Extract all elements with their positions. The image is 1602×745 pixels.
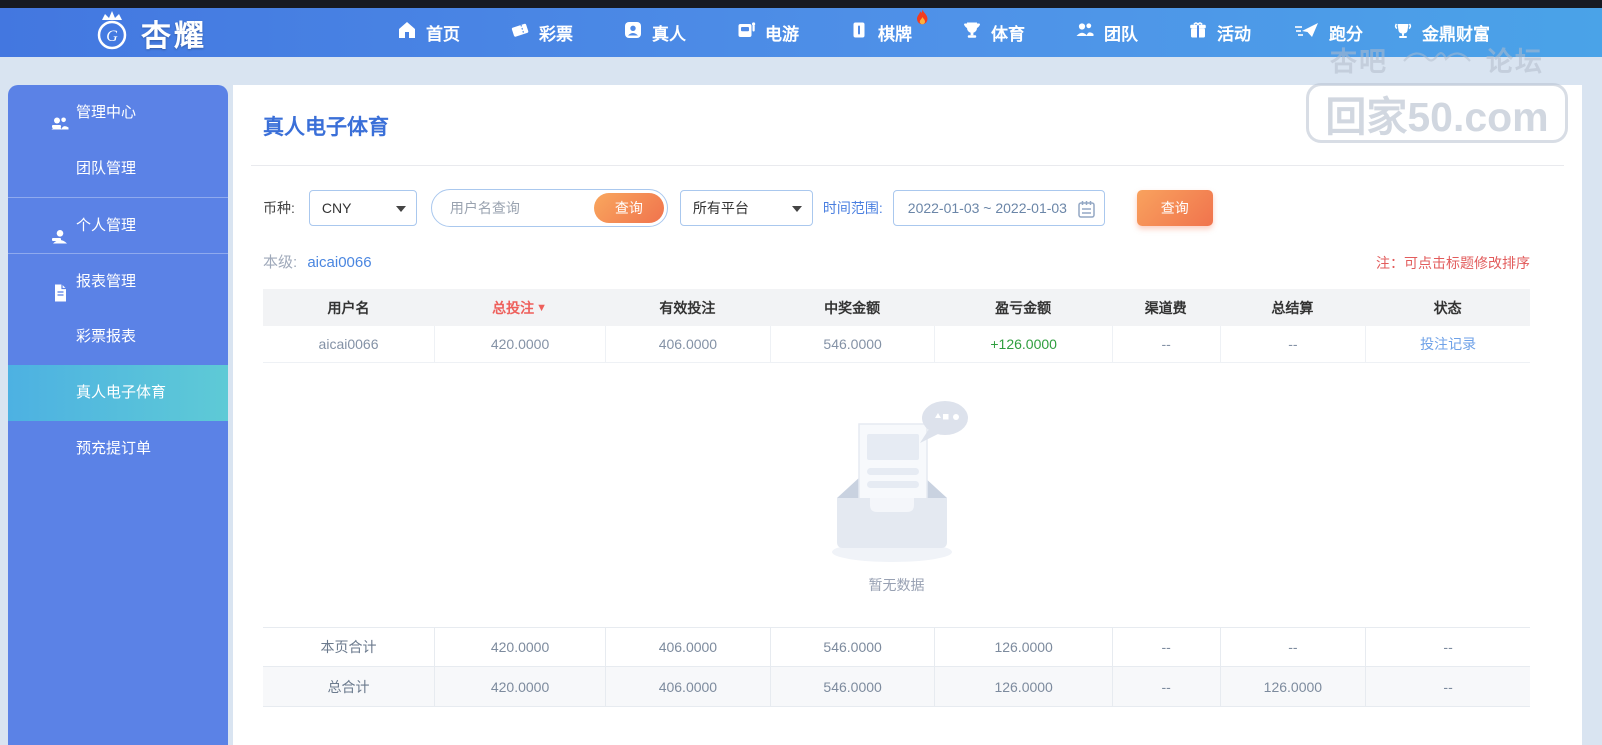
page-total-row: 本页合计 420.0000 406.0000 546.0000 126.0000… bbox=[263, 627, 1530, 667]
brand-name: 杏耀 bbox=[141, 20, 207, 53]
nav-item-boardgames[interactable]: 棋牌 bbox=[824, 8, 937, 57]
column-header-winnings[interactable]: 中奖金额 bbox=[770, 289, 935, 326]
currency-select[interactable]: CNY bbox=[308, 190, 417, 226]
query-button[interactable]: 查询 bbox=[1136, 190, 1213, 226]
table-row: aicai0066 420.0000 406.0000 546.0000 +12… bbox=[263, 326, 1530, 363]
nav-item-promotions[interactable]: 活动 bbox=[1163, 8, 1276, 57]
platform-select[interactable]: 所有平台 bbox=[679, 190, 813, 226]
cell-profit-loss: +126.0000 bbox=[934, 326, 1111, 362]
mahjong-tile-icon bbox=[849, 20, 869, 45]
empty-text: 暂无数据 bbox=[868, 576, 925, 593]
bet-records-link[interactable]: 投注记录 bbox=[1365, 326, 1530, 362]
expanded-indicator bbox=[52, 125, 61, 128]
report-table: 用户名 总投注 ▼ 有效投注 中奖金额 盈亏金额 渠道费 总结算 状态 aicai… bbox=[263, 289, 1530, 707]
cell-username: aicai0066 bbox=[318, 336, 379, 352]
cell-valid-bets: 406.0000 bbox=[605, 326, 770, 362]
brand-logo[interactable]: G 杏耀 bbox=[90, 9, 207, 57]
date-range-label: 时间范围: bbox=[822, 200, 883, 216]
golden-cauldron-icon bbox=[1393, 20, 1413, 45]
slot-machine-icon bbox=[736, 20, 756, 45]
sidebar-item-lottery-report[interactable]: 彩票报表 bbox=[8, 309, 228, 365]
column-header-valid-bets[interactable]: 有效投注 bbox=[605, 289, 770, 326]
username-search-button[interactable]: 查询 bbox=[593, 193, 664, 223]
level-label: 本级: bbox=[263, 254, 298, 271]
chevron-down-icon bbox=[395, 206, 406, 212]
trophy-icon bbox=[962, 20, 982, 45]
sidebar-item-prepaid-orders[interactable]: 预充提订单 bbox=[8, 421, 228, 477]
top-navbar: G 杏耀 首页 彩票 真人 电游 棋牌 体育 团队 活动 跑分 金鼎财富 bbox=[0, 8, 1602, 57]
sort-desc-icon: ▼ bbox=[536, 301, 547, 314]
level-username-link[interactable]: aicai0066 bbox=[307, 254, 371, 271]
sidebar-item-personal-management[interactable]: 个人管理 bbox=[8, 197, 228, 253]
empty-state: 暂无数据 bbox=[263, 363, 1530, 627]
flame-icon bbox=[914, 9, 931, 32]
nav-item-live[interactable]: 真人 bbox=[598, 8, 711, 57]
main-content: 真人电子体育 币种: CNY 查询 所有平台 时间范围: 查询 本级: aica… bbox=[233, 85, 1582, 745]
nav-item-wealth[interactable]: 金鼎财富 bbox=[1381, 8, 1502, 57]
sidebar-item-report-management[interactable]: 报表管理 bbox=[8, 253, 228, 309]
nav-item-sports[interactable]: 体育 bbox=[937, 8, 1050, 57]
cell-total-bets: 420.0000 bbox=[434, 326, 605, 362]
racing-icon bbox=[1294, 20, 1320, 45]
cell-settlement: -- bbox=[1219, 326, 1366, 362]
calendar-icon bbox=[1077, 199, 1096, 224]
page-total-label: 本页合计 bbox=[320, 639, 377, 655]
sort-note: 注：可点击标题修改排序 bbox=[1376, 255, 1530, 271]
date-range-picker[interactable] bbox=[892, 190, 1105, 226]
cell-channel-fee: -- bbox=[1111, 326, 1220, 362]
title-divider bbox=[251, 165, 1564, 166]
gift-icon bbox=[1188, 20, 1208, 45]
sidebar: 管理中心 团队管理 个人管理 报表管理 彩票报表 真人电子体育 预充提订单 bbox=[8, 85, 228, 745]
cell-winnings: 546.0000 bbox=[769, 326, 935, 362]
filter-bar: 币种: CNY 查询 所有平台 时间范围: 查询 bbox=[263, 189, 1213, 227]
currency-label: 币种: bbox=[263, 200, 295, 216]
empty-inbox-illustration bbox=[817, 396, 977, 573]
column-header-channel-fee[interactable]: 渠道费 bbox=[1112, 289, 1220, 326]
column-header-username[interactable]: 用户名 bbox=[263, 289, 434, 326]
sidebar-item-team-management[interactable]: 团队管理 bbox=[8, 141, 228, 197]
chevron-down-icon bbox=[791, 206, 802, 212]
username-search-box: 查询 bbox=[430, 189, 668, 227]
lottery-ticket-icon bbox=[510, 20, 530, 45]
nav-item-paofen[interactable]: 跑分 bbox=[1276, 8, 1381, 57]
date-range-input[interactable] bbox=[907, 200, 1068, 216]
column-header-settlement[interactable]: 总结算 bbox=[1220, 289, 1366, 326]
grand-total-row: 总合计 420.0000 406.0000 546.0000 126.0000 … bbox=[263, 667, 1530, 707]
crown-emblem-icon: G bbox=[90, 8, 134, 59]
browser-top-strip bbox=[0, 0, 1602, 8]
nav-item-home[interactable]: 首页 bbox=[372, 8, 485, 57]
nav-item-team[interactable]: 团队 bbox=[1050, 8, 1163, 57]
live-person-icon bbox=[623, 20, 643, 45]
column-header-profit-loss[interactable]: 盈亏金额 bbox=[934, 289, 1111, 326]
grand-total-label: 总合计 bbox=[327, 678, 370, 695]
expanded-indicator bbox=[52, 238, 61, 241]
column-header-status[interactable]: 状态 bbox=[1365, 289, 1530, 326]
team-icon bbox=[1075, 20, 1095, 45]
home-icon bbox=[397, 20, 417, 45]
table-header-row: 用户名 总投注 ▼ 有效投注 中奖金额 盈亏金额 渠道费 总结算 状态 bbox=[263, 289, 1530, 326]
username-search-input[interactable] bbox=[449, 200, 580, 216]
current-level-row: 本级: aicai0066 bbox=[263, 251, 372, 272]
svg-text:G: G bbox=[106, 28, 118, 45]
nav-item-egames[interactable]: 电游 bbox=[711, 8, 824, 57]
nav-item-lottery[interactable]: 彩票 bbox=[485, 8, 598, 57]
sidebar-item-live-esports-report[interactable]: 真人电子体育 bbox=[8, 365, 228, 421]
column-header-total-bets[interactable]: 总投注 ▼ bbox=[434, 289, 605, 326]
sidebar-item-management-center[interactable]: 管理中心 bbox=[8, 85, 228, 141]
page-title: 真人电子体育 bbox=[263, 116, 389, 139]
main-menu: 首页 彩票 真人 电游 棋牌 体育 团队 活动 跑分 金鼎财富 bbox=[372, 8, 1502, 57]
